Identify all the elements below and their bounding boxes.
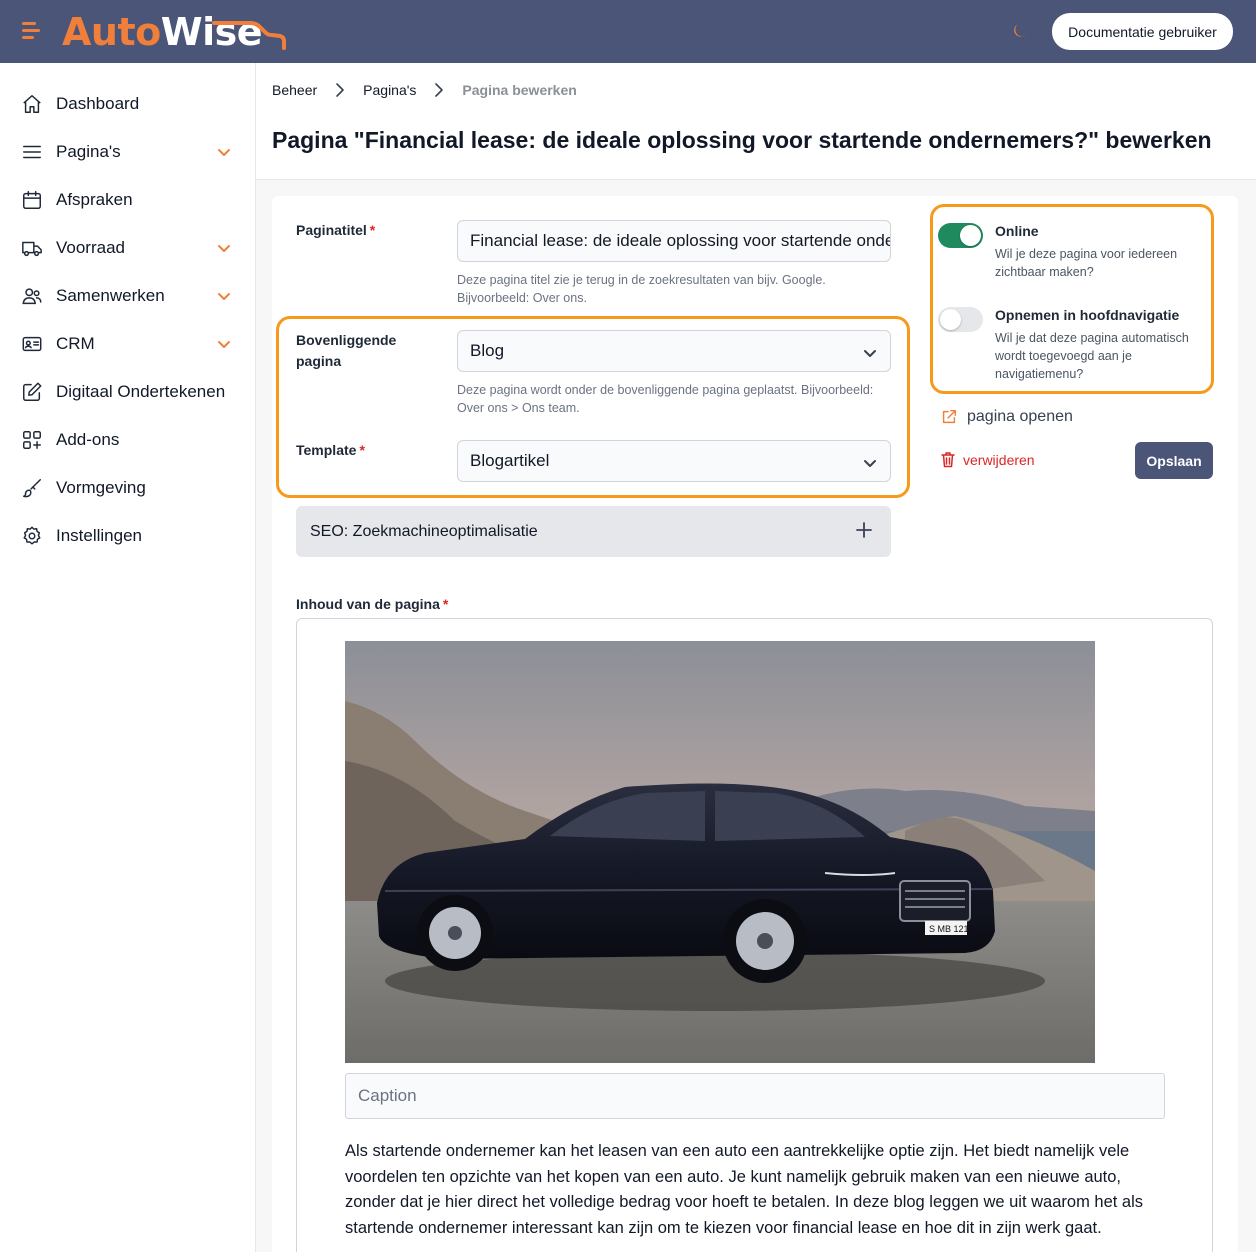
users-icon: [20, 284, 44, 308]
title-help-text: Deze pagina titel zie je terug in de zoe…: [457, 273, 826, 305]
content-field-label: Inhoud van de pagina *: [296, 596, 449, 612]
sidebar-item-voorraad[interactable]: Voorraad: [20, 231, 240, 265]
sidebar-item-label: Pagina's: [56, 142, 121, 161]
chevron-down-icon[interactable]: [216, 144, 232, 160]
sidebar-item-crm[interactable]: CRM: [20, 327, 240, 361]
sidebar-item-samenwerken[interactable]: Samenwerken: [20, 279, 240, 313]
sidebar-item-paginas[interactable]: Pagina's: [20, 135, 240, 169]
seo-accordion[interactable]: SEO: Zoekmachineoptimalisatie: [296, 506, 891, 557]
toggle-knob: [960, 225, 981, 246]
sidebar-item-label: Instellingen: [56, 526, 143, 545]
toggle-knob: [940, 309, 961, 330]
sidebar-item-label: Vormgeving: [56, 478, 146, 497]
sidebar-item-label: Dashboard: [56, 94, 140, 113]
online-title: Online: [995, 223, 1039, 239]
car-photo-illustration: S MB 1212E: [345, 641, 1095, 1063]
sidebar-item-label: Digitaal Ondertekenen: [56, 382, 226, 401]
sidebar-item-vormgeving[interactable]: Vormgeving: [20, 471, 240, 505]
dark-mode-moon-icon[interactable]: [1010, 21, 1030, 41]
template-field-label: Template *: [296, 442, 365, 458]
truck-icon: [20, 236, 44, 260]
page-title: Pagina "Financial lease: de ideale oplos…: [272, 127, 1212, 153]
top-bar: Auto Wise Documentatie gebruiker: [0, 0, 1256, 63]
chevron-down-icon[interactable]: [216, 336, 232, 352]
car-photo[interactable]: S MB 1212E: [345, 641, 1095, 1063]
chevron-down-icon[interactable]: [216, 288, 232, 304]
sidebar-item-label: Add-ons: [56, 430, 120, 449]
parent-page-value: Blog: [470, 341, 505, 360]
sidebar-item-digitaal-ondertekenen[interactable]: Digitaal Ondertekenen: [20, 375, 240, 409]
sidebar-item-afspraken[interactable]: Afspraken: [20, 183, 240, 217]
sidebar-item-add-ons[interactable]: Add-ons: [20, 423, 240, 457]
license-plate-text: S MB 1212E: [929, 924, 980, 934]
template-value: Blogartikel: [470, 451, 550, 470]
title-input[interactable]: Financial lease: de ideale oplossing voo…: [457, 220, 891, 262]
brush-icon: [20, 476, 44, 500]
squares-plus-icon: [20, 428, 44, 452]
chevron-down-icon: [864, 460, 876, 467]
open-page-link[interactable]: pagina openen: [940, 408, 1073, 426]
external-link-icon: [942, 409, 957, 424]
plus-icon: [856, 522, 872, 538]
parent-page-field-label: Bovenliggende pagina: [296, 332, 397, 369]
trash-icon: [941, 452, 955, 468]
parent-page-help-text: Deze pagina wordt onder de bovenliggende…: [457, 383, 874, 415]
logo-auto-text: Auto: [62, 10, 161, 54]
id-card-icon: [20, 332, 44, 356]
home-icon: [20, 92, 44, 116]
content-body-text[interactable]: Als startende ondernemer kan het leasen …: [345, 1139, 1165, 1241]
template-select[interactable]: Blogartikel: [457, 440, 891, 482]
calendar-icon: [20, 188, 44, 212]
main-navigation-title: Opnemen in hoofdnavigatie: [995, 307, 1180, 323]
chevron-right-icon: [334, 82, 346, 98]
online-description: Wil je deze pagina voor iedereen zichtba…: [995, 247, 1178, 279]
autowise-logo[interactable]: Auto Wise: [62, 9, 286, 55]
seo-accordion-label: SEO: Zoekmachineoptimalisatie: [310, 522, 538, 540]
breadcrumb: Beheer Pagina's Pagina bewerken: [272, 82, 577, 98]
content-editor[interactable]: S MB 1212E Caption Als startende onderne…: [296, 618, 1213, 1252]
breadcrumb-paginas[interactable]: Pagina's: [363, 82, 416, 98]
open-page-label: pagina openen: [967, 408, 1073, 425]
sidebar-item-label: Voorraad: [56, 238, 125, 257]
delete-page-link[interactable]: verwijderen: [940, 451, 1035, 468]
sidebar-item-label: Samenwerken: [56, 286, 165, 305]
logo-car-swoosh-icon: [212, 21, 286, 50]
chevron-right-icon: [433, 82, 445, 98]
breadcrumb-current: Pagina bewerken: [462, 82, 577, 98]
sidebar-item-label: CRM: [56, 334, 95, 353]
documentation-button[interactable]: Documentatie gebruiker: [1052, 13, 1233, 50]
delete-page-label: verwijderen: [963, 451, 1035, 468]
menu-lines-icon: [20, 140, 44, 164]
title-field-label: Paginatitel *: [296, 222, 376, 238]
online-toggle[interactable]: [938, 223, 983, 248]
main-navigation-description: Wil je dat deze pagina automatisch wordt…: [995, 331, 1189, 381]
save-button[interactable]: Opslaan: [1135, 442, 1213, 479]
caption-input[interactable]: Caption: [345, 1073, 1165, 1119]
hamburger-menu-icon[interactable]: [22, 22, 42, 40]
main-navigation-toggle[interactable]: [938, 307, 983, 332]
sidebar-item-instellingen[interactable]: Instellingen: [20, 519, 240, 553]
sidebar: Dashboard Pagina's Afspraken Voorraad Sa…: [0, 63, 256, 1252]
sidebar-item-label: Afspraken: [56, 190, 133, 209]
sidebar-item-dashboard[interactable]: Dashboard: [20, 87, 240, 121]
pen-square-icon: [20, 380, 44, 404]
chevron-down-icon: [864, 350, 876, 357]
breadcrumb-beheer[interactable]: Beheer: [272, 82, 317, 98]
chevron-down-icon[interactable]: [216, 240, 232, 256]
parent-page-select[interactable]: Blog: [457, 330, 891, 372]
gear-icon: [20, 524, 44, 548]
